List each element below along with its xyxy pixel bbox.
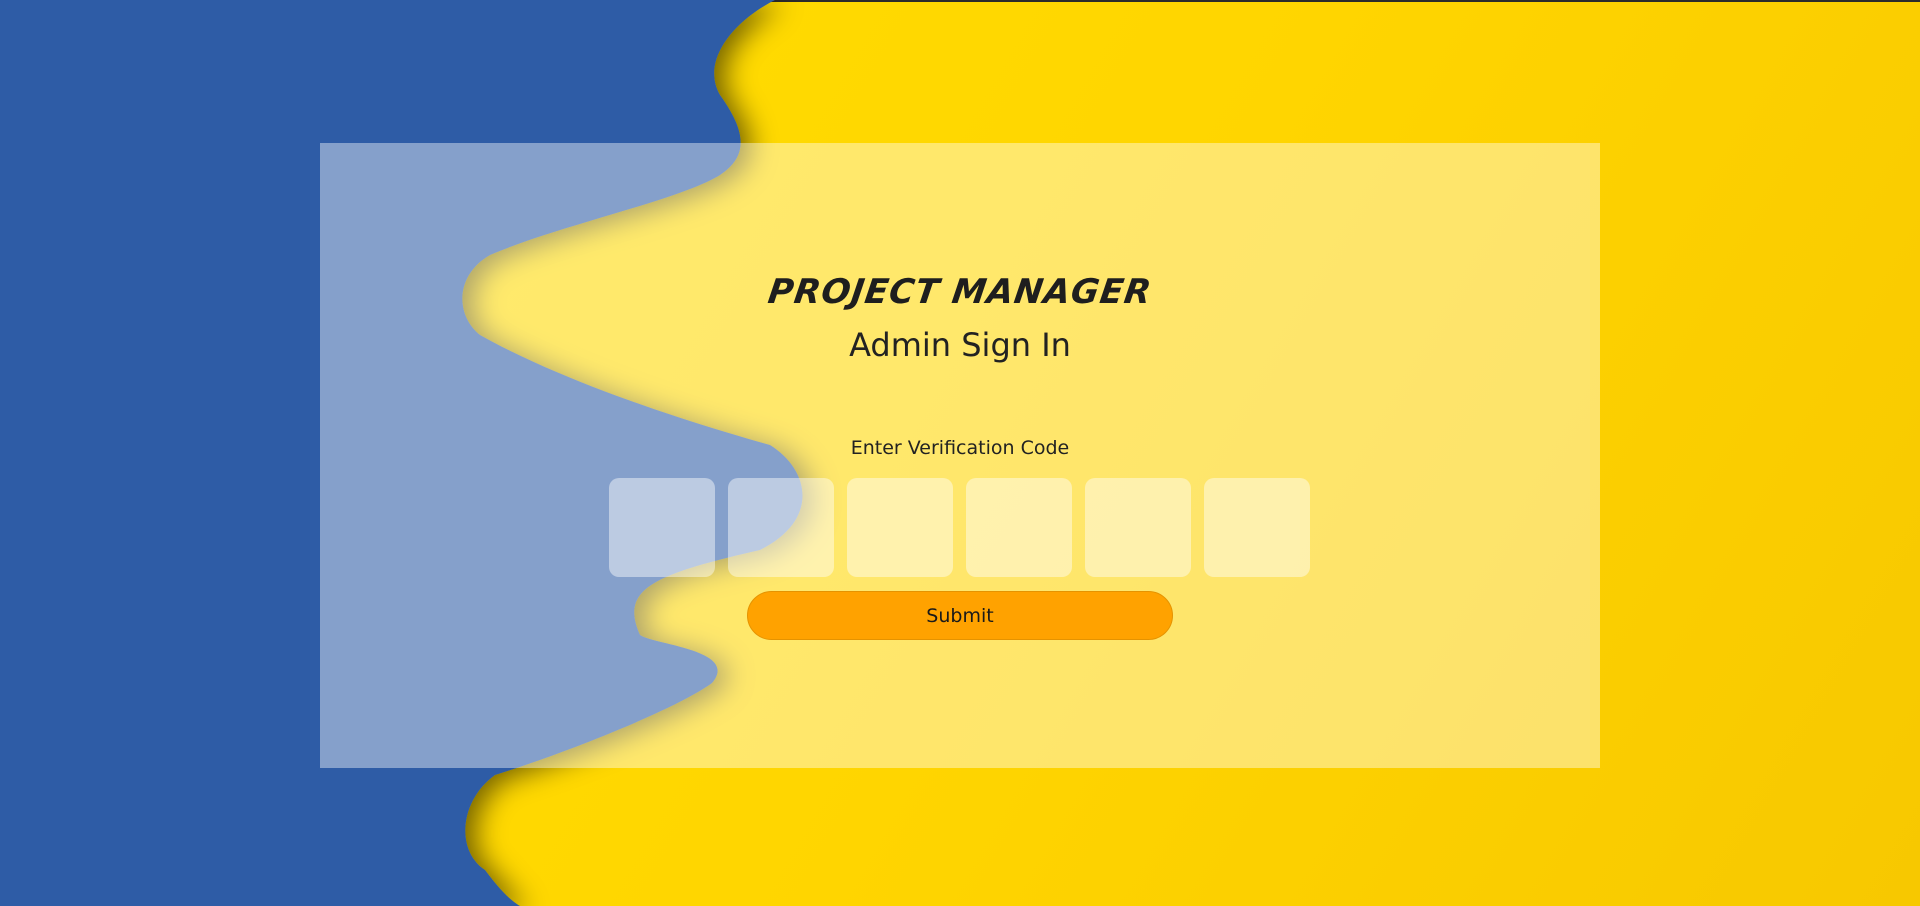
login-page: PROJECT MANAGER Admin Sign In Enter Veri…: [0, 0, 1920, 906]
code-digit-5[interactable]: [1085, 478, 1191, 577]
brand-title: PROJECT MANAGER: [765, 272, 1155, 312]
code-digit-4[interactable]: [966, 478, 1072, 577]
code-digit-2[interactable]: [728, 478, 834, 577]
page-title: Admin Sign In: [849, 326, 1071, 364]
code-digit-6[interactable]: [1204, 478, 1310, 577]
code-digit-1[interactable]: [609, 478, 715, 577]
code-digit-3[interactable]: [847, 478, 953, 577]
submit-button[interactable]: Submit: [747, 591, 1173, 640]
verification-code-inputs: [609, 478, 1311, 577]
verification-code-label: Enter Verification Code: [850, 437, 1070, 459]
